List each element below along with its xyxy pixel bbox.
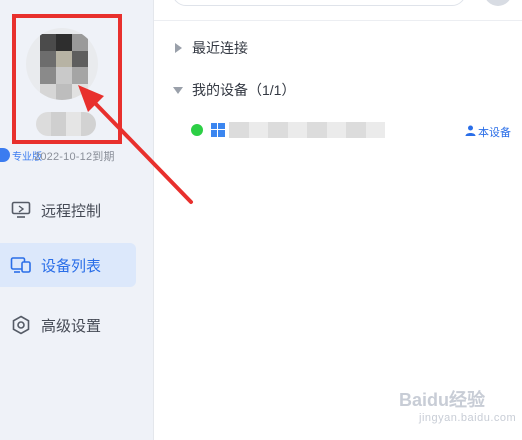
windows-device-icon <box>209 121 227 139</box>
top-avatar[interactable] <box>484 0 512 6</box>
pro-badge-icon <box>0 148 10 162</box>
group-my-devices[interactable]: 我的设备（1/1） <box>172 80 295 100</box>
header-divider <box>154 20 522 21</box>
main-panel: 最近连接 我的设备（1/1） 本设备 Baidu经验 jingyan.baidu… <box>153 0 522 440</box>
user-icon <box>465 123 476 141</box>
annotation-highlight-box <box>12 14 122 144</box>
this-device-tag: 本设备 <box>465 123 511 141</box>
baidu-watermark-url: jingyan.baidu.com <box>419 412 517 424</box>
this-device-label: 本设备 <box>478 127 511 139</box>
settings-icon <box>10 314 32 336</box>
nav-label: 高级设置 <box>41 317 102 335</box>
nav-item-remote-control[interactable]: 远程控制 <box>0 188 136 232</box>
devices-icon <box>10 254 32 276</box>
device-row[interactable]: 本设备 <box>154 116 522 144</box>
nav-item-advanced-settings[interactable]: 高级设置 <box>0 303 136 347</box>
expire-date: 2022-10-12到期 <box>34 151 115 163</box>
online-status-dot <box>191 124 203 136</box>
nav-item-device-list[interactable]: 设备列表 <box>0 243 136 287</box>
nav-label: 远程控制 <box>41 202 102 220</box>
caret-right-icon <box>172 42 184 54</box>
search-input[interactable] <box>172 0 466 6</box>
device-name-obscured <box>229 122 385 138</box>
group-recent-connections[interactable]: 最近连接 <box>172 38 248 58</box>
monitor-icon <box>10 199 32 221</box>
group-label: 我的设备（1/1） <box>192 82 296 98</box>
group-label: 最近连接 <box>192 40 248 56</box>
baidu-watermark: Baidu经验 <box>399 390 486 410</box>
nav-label: 设备列表 <box>41 257 102 275</box>
caret-down-icon <box>172 84 184 96</box>
